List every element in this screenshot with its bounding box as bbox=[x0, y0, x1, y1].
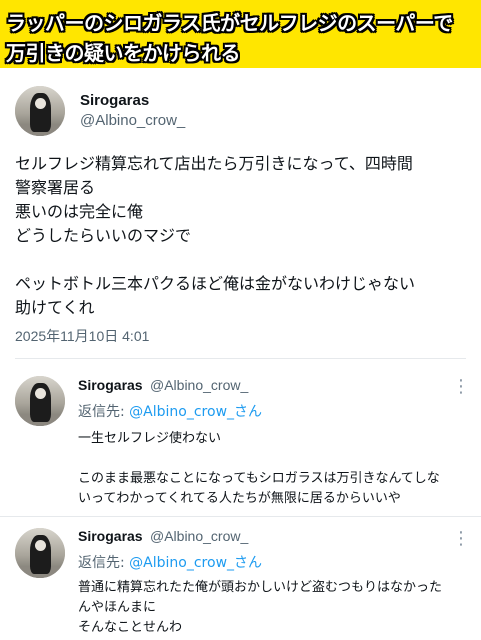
more-vertical-icon[interactable]: ⋮ bbox=[452, 378, 470, 396]
post-text-line: 助けてくれ bbox=[15, 298, 95, 317]
post-text-line: 悪いのは完全に俺 bbox=[15, 202, 144, 221]
reply-text-line: そんなことせんわ bbox=[78, 620, 183, 635]
reply-text-line: んやほんまに bbox=[78, 600, 157, 615]
reply-text-line: 一生セルフレジ使わない bbox=[78, 431, 222, 446]
headline-line-1: ラッパーのシロガラス氏がセルフレジのスーパーで bbox=[6, 11, 453, 35]
post-text-line: ペットボトル三本パクるほど俺は金がないわけじゃない bbox=[15, 274, 416, 293]
reply-text-line: このまま最悪なことになってもシロガラスは万引きなんてしな bbox=[78, 471, 440, 486]
reply-text-line: いってわかってくれてる人たちが無限に居るからいいや bbox=[78, 491, 401, 506]
display-name[interactable]: Sirogaras bbox=[78, 528, 143, 544]
user-handle[interactable]: @Albino_crow_ bbox=[80, 112, 185, 129]
headline-banner: ラッパーのシロガラス氏がセルフレジのスーパーで 万引きの疑いをかけられる bbox=[0, 0, 481, 68]
user-handle[interactable]: @Albino_crow_ bbox=[150, 528, 248, 544]
post-timestamp[interactable]: 2025年11月10日 4:01 bbox=[15, 326, 149, 346]
avatar[interactable] bbox=[15, 86, 65, 136]
more-vertical-icon[interactable]: ⋮ bbox=[452, 530, 470, 548]
mention-link[interactable]: @Albino_crow_さん bbox=[129, 555, 262, 571]
avatar[interactable] bbox=[15, 528, 65, 578]
replying-to-label: 返信先: bbox=[78, 404, 125, 420]
mention-link[interactable]: @Albino_crow_さん bbox=[129, 404, 262, 420]
divider bbox=[0, 516, 481, 517]
post-text-line: セルフレジ精算忘れて店出たら万引きになって、四時間 bbox=[15, 154, 413, 173]
avatar[interactable] bbox=[15, 376, 65, 426]
headline-line-2: 万引きの疑いをかけられる bbox=[6, 41, 241, 65]
reply-text-line: 普通に精算忘れたた俺が頭おかしいけど盗むつもりはなかった bbox=[78, 580, 443, 595]
replying-to: 返信先: @Albino_crow_さん bbox=[78, 401, 262, 421]
user-handle[interactable]: @Albino_crow_ bbox=[150, 377, 248, 393]
post-text-line: どうしたらいいのマジで bbox=[15, 226, 192, 245]
post-text-line: 警察署居る bbox=[15, 178, 96, 197]
replying-to-label: 返信先: bbox=[78, 555, 125, 571]
display-name[interactable]: Sirogaras bbox=[80, 92, 149, 109]
replying-to: 返信先: @Albino_crow_さん bbox=[78, 552, 262, 572]
display-name[interactable]: Sirogaras bbox=[78, 377, 143, 393]
divider bbox=[15, 358, 466, 359]
